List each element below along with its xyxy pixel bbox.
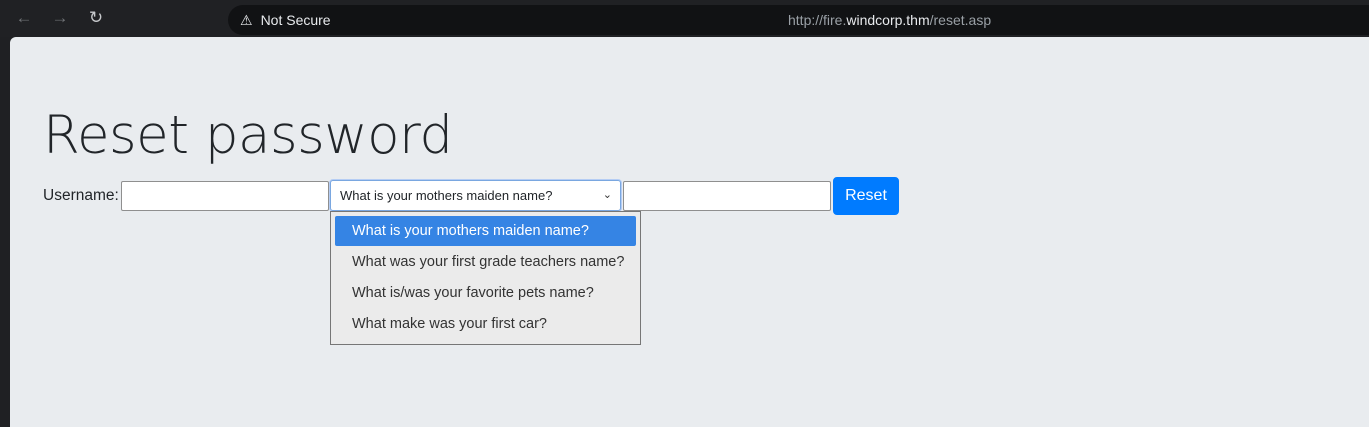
security-question-dropdown: What is your mothers maiden name? What w… — [330, 211, 641, 345]
url-path: /reset.asp — [929, 12, 992, 28]
username-input[interactable] — [121, 181, 329, 211]
warning-triangle-icon: ⚠ — [240, 11, 253, 28]
url-domain: windcorp.thm — [846, 12, 930, 28]
address-bar[interactable]: ⚠ Not Secure http://fire.windcorp.thm/re… — [228, 5, 1369, 35]
browser-toolbar: ← → ↻ ⚠ Not Secure http://fire.windcorp.… — [0, 0, 1369, 37]
dropdown-option-mothers-maiden-name[interactable]: What is your mothers maiden name? — [335, 216, 636, 246]
dropdown-option-first-grade-teacher[interactable]: What was your first grade teachers name? — [335, 247, 636, 277]
dropdown-option-first-car[interactable]: What make was your first car? — [335, 309, 636, 339]
security-question-select[interactable]: What is your mothers maiden name? ⌄ — [330, 180, 621, 211]
page-title: Reset password — [43, 105, 453, 166]
dropdown-option-favorite-pet[interactable]: What is/was your favorite pets name? — [335, 278, 636, 308]
username-label: Username: — [43, 187, 119, 204]
reset-button[interactable]: Reset — [833, 177, 899, 215]
page-viewport: Reset password Username: What is your mo… — [10, 37, 1369, 427]
back-arrow-icon[interactable]: ← — [13, 8, 35, 30]
security-answer-input[interactable] — [623, 181, 831, 211]
chevron-down-icon: ⌄ — [602, 189, 612, 201]
url-text[interactable]: http://fire.windcorp.thm/reset.asp — [788, 5, 991, 35]
security-indicator[interactable]: ⚠ Not Secure — [240, 5, 331, 35]
url-prefix: http://fire. — [788, 12, 847, 28]
security-question-selected: What is your mothers maiden name? — [340, 188, 553, 203]
reload-icon[interactable]: ↻ — [85, 8, 107, 30]
security-label: Not Secure — [260, 12, 331, 28]
forward-arrow-icon[interactable]: → — [49, 8, 71, 30]
